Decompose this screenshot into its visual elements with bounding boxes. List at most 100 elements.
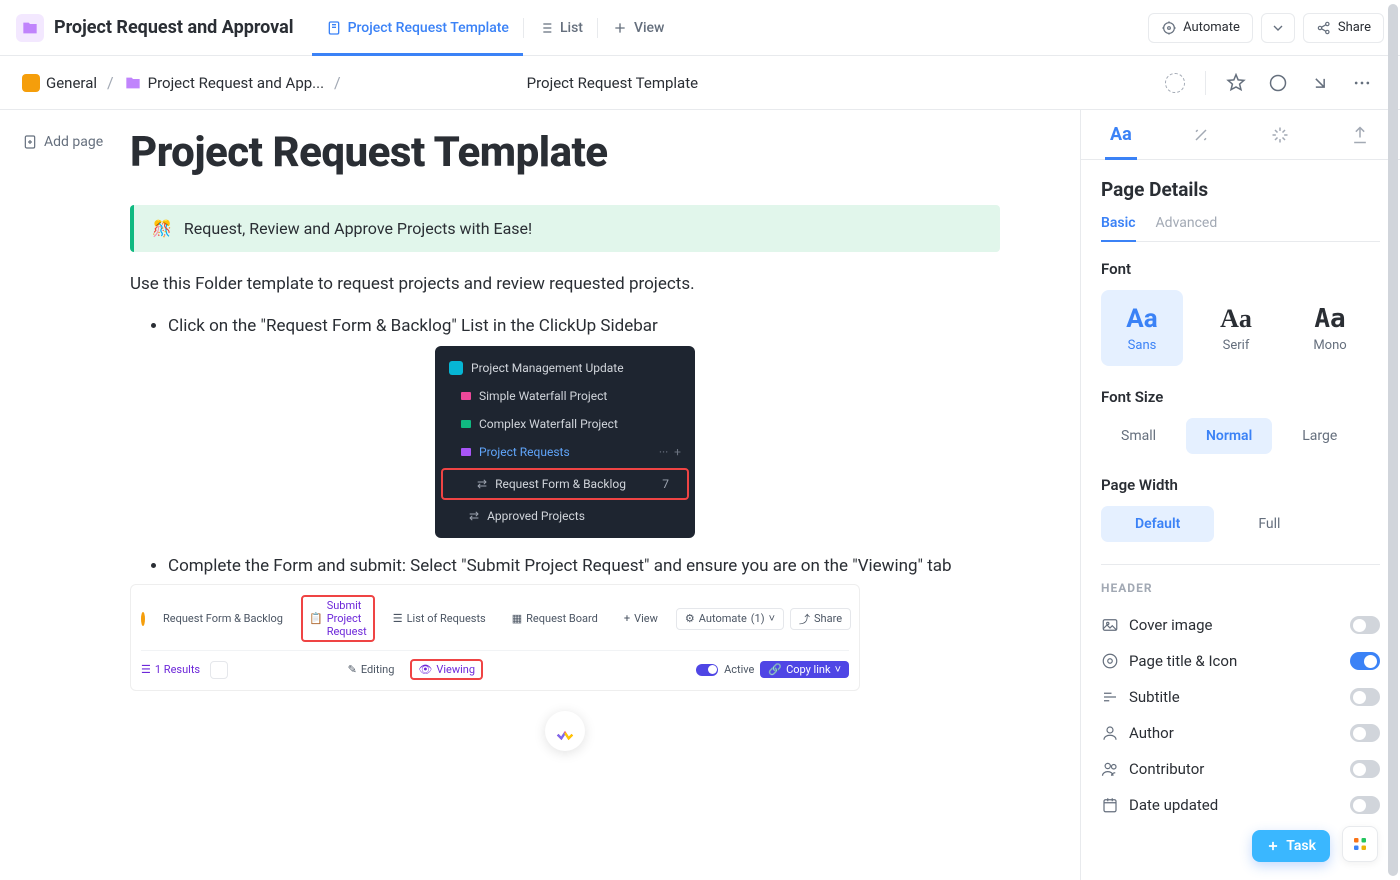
shot2-label: Copy link [786,663,830,676]
shot2-label: Editing [361,663,395,676]
scrollbar[interactable] [1388,4,1398,876]
shot2-label: Active [724,663,754,676]
toggle-author: Author [1101,715,1380,751]
automate-button[interactable]: Automate [1148,13,1253,43]
celebrate-icon: 🎊 [152,219,172,238]
automate-label: Automate [1183,20,1240,35]
shot1-label: Complex Waterfall Project [479,417,618,431]
toggle-subtitle: Subtitle [1101,679,1380,715]
sidetab-sparkle-icon[interactable] [1241,110,1321,159]
shot2-label: List of Requests [407,612,486,625]
shot2-label: Request Form & Backlog [155,608,291,629]
tab-label: Project Request Template [348,20,509,36]
shot1-label: Simple Waterfall Project [479,389,607,403]
section-label-font: Font [1101,260,1380,278]
topbar: Project Request and Approval Project Req… [0,0,1400,56]
shot2-label: Request Board [526,612,598,625]
switch-date-updated[interactable] [1350,796,1380,814]
task-label: Task [1286,838,1316,854]
font-option-serif[interactable]: AaSerif [1195,290,1277,366]
workspace-title: Project Request and Approval [54,17,294,38]
shot2-label: View [634,612,658,625]
shot1-count: 7 [662,477,673,491]
fontsize-large[interactable]: Large [1282,418,1357,454]
document-icon [481,74,521,92]
shot2-label: Share [814,612,842,625]
embedded-screenshot-sidebar: Project Management Update Simple Waterfa… [435,346,695,538]
pagewidth-default[interactable]: Default [1101,506,1214,542]
list-item[interactable]: Complete the Form and submit: Select "Su… [168,556,1000,576]
share-label: Share [1338,20,1371,35]
tab-project-request-template[interactable]: Project Request Template [312,0,523,56]
toggle-contributor: Contributor [1101,751,1380,787]
section-label-pagewidth: Page Width [1101,476,1380,494]
font-option-sans[interactable]: AaSans [1101,290,1183,366]
tab-label: List [560,20,583,36]
divider [1101,564,1380,565]
breadcrumb-general[interactable]: General [22,74,97,92]
page-title[interactable]: Project Request Template [130,128,1000,177]
switch-author[interactable] [1350,724,1380,742]
fontsize-small[interactable]: Small [1101,418,1176,454]
tab-label: View [634,20,665,36]
tag-icon[interactable] [1159,67,1191,99]
switch-page-title[interactable] [1350,652,1380,670]
new-task-button[interactable]: Task [1252,830,1330,862]
page-details-heading: Page Details [1101,178,1380,201]
shot1-label: Request Form & Backlog [495,477,626,491]
shot2-label: 1 Results [155,663,200,676]
square-icon [22,74,40,92]
content-area: Add page Project Request Template 🎊 Requ… [0,110,1080,880]
embedded-screenshot-toolbar: Request Form & Backlog 📋Submit Project R… [130,584,860,691]
comment-icon[interactable] [1262,67,1294,99]
divider [1205,71,1206,95]
sidetab-typography[interactable]: Aa [1081,110,1161,159]
subtab-advanced[interactable]: Advanced [1156,215,1218,241]
switch-cover-image[interactable] [1350,616,1380,634]
breadcrumb-separator: / [107,73,114,92]
pagewidth-full[interactable]: Full [1224,506,1314,542]
breadcrumb-label: General [46,74,97,92]
page-details-panel: Aa Page Details Basic Advanced Font AaSa… [1080,110,1400,880]
section-label-fontsize: Font Size [1101,388,1380,406]
add-page-button[interactable]: Add page [22,134,103,150]
font-option-mono[interactable]: AaMono [1289,290,1371,366]
folder-icon [124,74,142,92]
breadcrumb-separator: / [334,73,341,92]
workspace-folder-icon[interactable] [16,14,44,42]
switch-subtitle[interactable] [1350,688,1380,706]
share-button[interactable]: Share [1303,13,1384,43]
breadcrumb-label: Project Request Template [527,74,698,92]
switch-contributor[interactable] [1350,760,1380,778]
favorite-star-icon[interactable] [1220,67,1252,99]
shot2-label: Submit Project Request [327,599,367,638]
fontsize-normal[interactable]: Normal [1186,418,1272,454]
shot1-label: Project Management Update [471,361,624,375]
subtab-basic[interactable]: Basic [1101,215,1136,241]
automate-dropdown[interactable] [1261,13,1295,43]
shot1-label: Approved Projects [487,509,585,523]
sidetab-ai-icon[interactable] [1161,110,1241,159]
toggle-page-title: Page title & Icon [1101,643,1380,679]
tab-list[interactable]: List [524,0,597,56]
download-icon[interactable] [1304,67,1336,99]
add-page-label: Add page [44,134,103,150]
toggle-cover-image: Cover image [1101,607,1380,643]
shot2-count: (1) [751,612,765,625]
shot2-label: Automate [699,612,747,625]
tab-add-view[interactable]: View [598,0,679,56]
clickup-logo-icon [545,711,585,751]
more-menu-icon[interactable] [1346,67,1378,99]
shot1-label: Project Requests [479,445,570,459]
breadcrumb-page[interactable]: Project Request Template [351,74,698,92]
toggle-date-updated: Date updated [1101,787,1380,823]
breadcrumb-label: Project Request and App... [148,74,324,92]
list-item[interactable]: Click on the "Request Form & Backlog" Li… [168,316,1000,336]
callout-block[interactable]: 🎊 Request, Review and Approve Projects w… [130,205,1000,252]
callout-text: Request, Review and Approve Projects wit… [184,219,532,238]
lead-paragraph[interactable]: Use this Folder template to request proj… [130,274,1000,294]
apps-grid-icon[interactable] [1342,826,1378,862]
breadcrumb-folder[interactable]: Project Request and App... [124,74,324,92]
shot2-label: Viewing [436,663,475,676]
breadcrumb-bar: General / Project Request and App... / P… [0,56,1400,110]
